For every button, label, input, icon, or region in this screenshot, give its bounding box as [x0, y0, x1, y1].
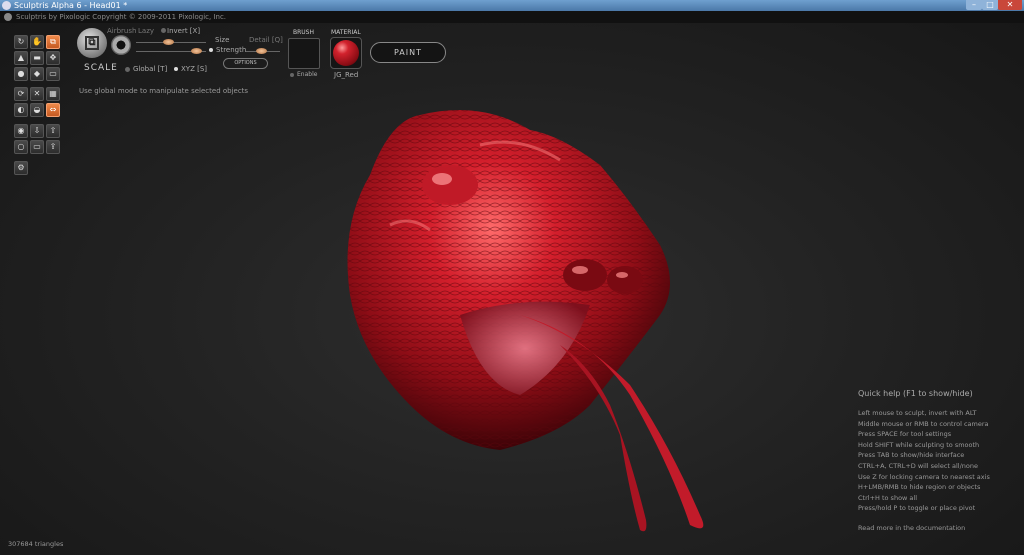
close-button[interactable]: ✕ — [998, 0, 1022, 10]
new-sphere-icon[interactable]: ○ — [14, 140, 28, 154]
export-icon[interactable]: ⇪ — [46, 140, 60, 154]
quick-help-line: Left mouse to sculpt, invert with ALT — [858, 409, 977, 417]
window-title: Sculptris Alpha 6 - Head01 * — [14, 1, 128, 10]
current-tool-dial[interactable]: ⧉ — [77, 28, 107, 58]
size-label: Size — [215, 36, 230, 44]
documentation-link[interactable]: Read more in the documentation — [858, 524, 1023, 532]
new-plane-icon[interactable]: ▭ — [30, 140, 44, 154]
sculptris-logo-icon — [4, 13, 12, 21]
xyz-radio[interactable] — [174, 67, 178, 71]
load-icon[interactable]: ◉ — [14, 124, 28, 138]
grab-tool-icon[interactable]: ✋ — [30, 35, 44, 49]
move-tool-icon[interactable]: ✥ — [46, 51, 60, 65]
mask-tool-icon[interactable]: ◐ — [14, 103, 28, 117]
invert-label[interactable]: Invert [X] — [167, 27, 200, 35]
app-icon — [2, 1, 11, 10]
size-slider-handle[interactable] — [163, 39, 174, 45]
material-label: MATERIAL — [331, 29, 361, 36]
detail-slider-handle[interactable] — [256, 48, 267, 54]
symmetry-tool-icon[interactable]: ✕ — [30, 87, 44, 101]
paint-button[interactable]: PAINT — [370, 42, 446, 63]
quick-help-line: CTRL+A, CTRL+D will select all/none — [858, 461, 979, 470]
quick-help-line: Press TAB to show/hide interface — [858, 451, 965, 460]
rotate-tool-icon[interactable]: ↻ — [14, 35, 28, 49]
sculpt-model-head[interactable] — [330, 105, 790, 545]
save-icon[interactable]: ⇩ — [30, 124, 44, 138]
subdivide-tool-icon[interactable]: ▦ — [46, 87, 60, 101]
flatten-tool-icon[interactable]: ▬ — [30, 51, 44, 65]
maximize-button[interactable]: □ — [982, 0, 998, 10]
xyz-label[interactable]: XYZ [S] — [181, 65, 207, 73]
brush-label: BRUSH — [293, 29, 314, 36]
mirror-tool-icon[interactable]: ⇔ — [46, 103, 60, 117]
brush-enable-label[interactable]: Enable — [297, 71, 317, 78]
reduce-tool-icon[interactable]: ⟳ — [14, 87, 28, 101]
quick-help-title: Quick help (F1 to show/hide) — [858, 389, 973, 398]
strength-radio[interactable] — [209, 48, 213, 52]
strength-slider-handle[interactable] — [191, 48, 202, 54]
lazy-label[interactable]: Lazy — [138, 27, 154, 35]
triangle-count: 307684 triangles — [8, 540, 64, 548]
strength-label: Strength — [216, 46, 247, 54]
airbrush-label[interactable]: Airbrush — [107, 27, 136, 35]
invert-radio[interactable] — [161, 28, 166, 33]
current-tool-label: SCALE — [84, 63, 118, 73]
scale-tool-glyph-icon: ⧉ — [85, 36, 99, 50]
material-sphere-icon — [333, 40, 359, 66]
tool-hint: Use global mode to manipulate selected o… — [79, 87, 249, 95]
crease-tool-icon[interactable]: ▭ — [46, 67, 60, 81]
inflate-tool-icon[interactable]: ● — [14, 67, 28, 81]
quick-help-line: Use Z for locking camera to nearest axis — [858, 472, 990, 481]
import-icon[interactable]: ⇧ — [46, 124, 60, 138]
detail-label[interactable]: Detail [Q] — [249, 36, 283, 44]
minimize-button[interactable]: – — [966, 0, 982, 10]
global-label[interactable]: Global [T] — [133, 65, 167, 73]
app-header: Sculptris by Pixologic Copyright © 2009-… — [0, 11, 1024, 23]
quick-help-line: Press SPACE for tool settings — [858, 430, 952, 439]
smooth-tool-icon[interactable]: ◒ — [30, 103, 44, 117]
quick-help-line: Ctrl+H to show all — [858, 493, 918, 502]
copyright-text: Sculptris by Pixologic Copyright © 2009-… — [16, 13, 227, 21]
quick-help-panel: Quick help (F1 to show/hide) Left mouse … — [858, 389, 1023, 532]
quick-help-line: Hold SHIFT while sculpting to smooth — [858, 440, 980, 449]
material-name: JG_Red — [334, 71, 359, 79]
quick-help-line: Middle mouse or RMB to control camera — [858, 419, 989, 428]
settings-icon[interactable]: ⚙ — [14, 161, 28, 175]
brush-size-dial[interactable] — [111, 35, 131, 55]
pinch-tool-icon[interactable]: ◆ — [30, 67, 44, 81]
draw-tool-icon[interactable]: ▲ — [14, 51, 28, 65]
quick-help-line: H+LMB/RMB to hide region or objects — [858, 483, 981, 492]
material-swatch[interactable] — [330, 37, 362, 69]
brush-enable-radio[interactable] — [290, 73, 294, 77]
brush-swatch[interactable] — [288, 38, 320, 69]
options-button[interactable]: OPTIONS — [223, 58, 268, 69]
quick-help-line: Press/hold P to toggle or place pivot — [858, 504, 976, 513]
window-titlebar: Sculptris Alpha 6 - Head01 * – □ ✕ — [0, 0, 1024, 11]
global-radio[interactable] — [125, 67, 130, 72]
scale-icon[interactable]: ⧉ — [46, 35, 60, 49]
